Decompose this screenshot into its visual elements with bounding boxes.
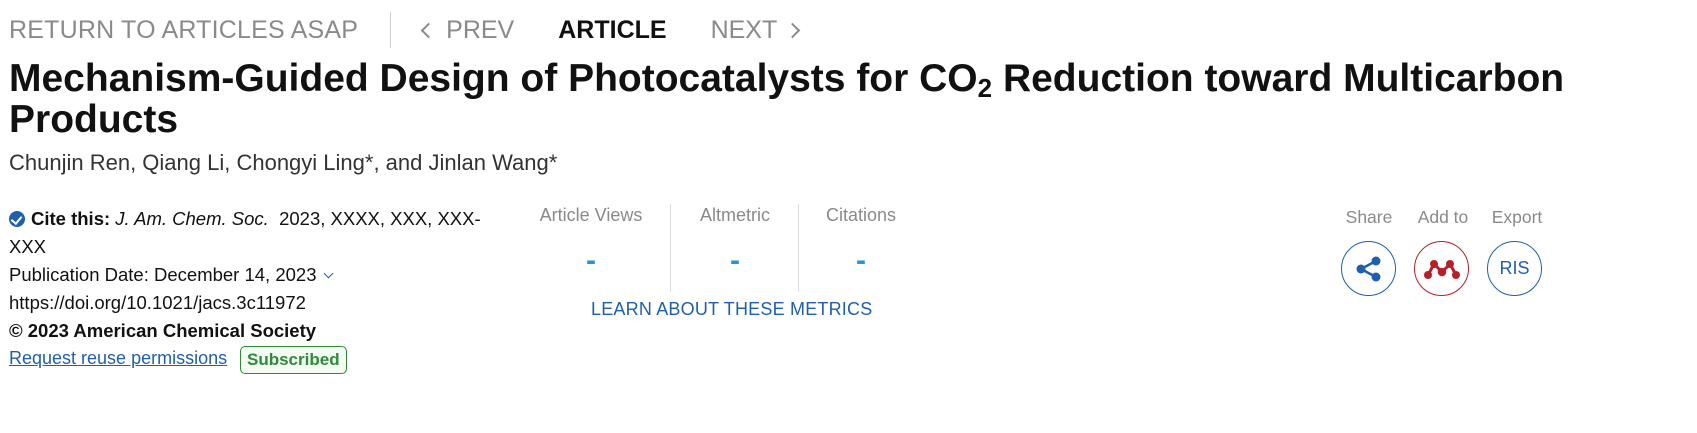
share-button[interactable] — [1341, 241, 1396, 296]
chevron-right-icon — [784, 22, 801, 38]
metric-article-views[interactable]: Article Views - — [536, 205, 646, 278]
return-to-articles-link[interactable]: RETURN TO ARTICLES ASAP — [9, 16, 358, 45]
title-subscript: 2 — [977, 73, 993, 103]
metric-citations[interactable]: Citations - — [818, 205, 904, 278]
ris-label: RIS — [1499, 258, 1530, 278]
article-nav: RETURN TO ARTICLES ASAP PREV ARTICLE NEX… — [9, 10, 801, 50]
cite-label: Cite this: — [31, 208, 111, 229]
metric-label: Article Views — [539, 205, 643, 225]
next-label: NEXT — [710, 15, 778, 44]
check-circle-icon — [9, 211, 25, 227]
prev-label: PREV — [446, 15, 515, 44]
mendeley-icon — [1423, 259, 1460, 279]
copyright: © 2023 American Chemical Society — [9, 320, 317, 341]
share-icon — [1356, 256, 1380, 281]
next-link[interactable]: NEXT — [710, 15, 801, 45]
publication-date-row[interactable]: Publication Date: December 14, 2023 — [9, 261, 499, 289]
publication-date: Publication Date: December 14, 2023 — [9, 264, 317, 285]
request-reuse-permissions-link[interactable]: Request reuse permissions — [9, 348, 227, 369]
metric-label: Citations — [825, 205, 897, 225]
metric-label: Altmetric — [699, 205, 770, 225]
export-ris-button[interactable]: RIS — [1487, 241, 1542, 296]
author-list[interactable]: Chunjin Ren, Qiang Li, Chongyi Ling*, an… — [9, 150, 557, 176]
share-label: Share — [1345, 207, 1393, 227]
add-to-mendeley-button[interactable] — [1414, 241, 1469, 296]
metric-value: - — [730, 244, 740, 277]
export-label: Export — [1491, 207, 1543, 227]
metric-divider — [798, 204, 799, 292]
add-to-label: Add to — [1417, 207, 1469, 227]
learn-about-metrics-link[interactable]: LEARN ABOUT THESE METRICS — [591, 299, 872, 320]
metric-value: - — [856, 244, 866, 277]
chevron-left-icon — [420, 22, 437, 38]
chevron-down-icon[interactable] — [323, 268, 333, 279]
metric-value: - — [586, 244, 596, 277]
subscribed-badge: Subscribed — [240, 346, 347, 374]
nav-divider — [390, 12, 392, 48]
prev-link[interactable]: PREV — [420, 15, 515, 45]
metric-altmetric[interactable]: Altmetric - — [690, 205, 780, 278]
metric-divider — [670, 204, 671, 292]
current-article-label: ARTICLE — [558, 15, 667, 44]
journal-name: J. Am. Chem. Soc. — [115, 208, 269, 229]
doi-link[interactable]: https://doi.org/10.1021/jacs.3c11972 — [9, 289, 499, 317]
citation-block: Cite this: J. Am. Chem. Soc. 2023, XXXX,… — [9, 205, 499, 345]
article-title: Mechanism-Guided Design of Photocatalyst… — [9, 58, 1669, 140]
title-part-1: Mechanism-Guided Design of Photocatalyst… — [9, 57, 978, 100]
